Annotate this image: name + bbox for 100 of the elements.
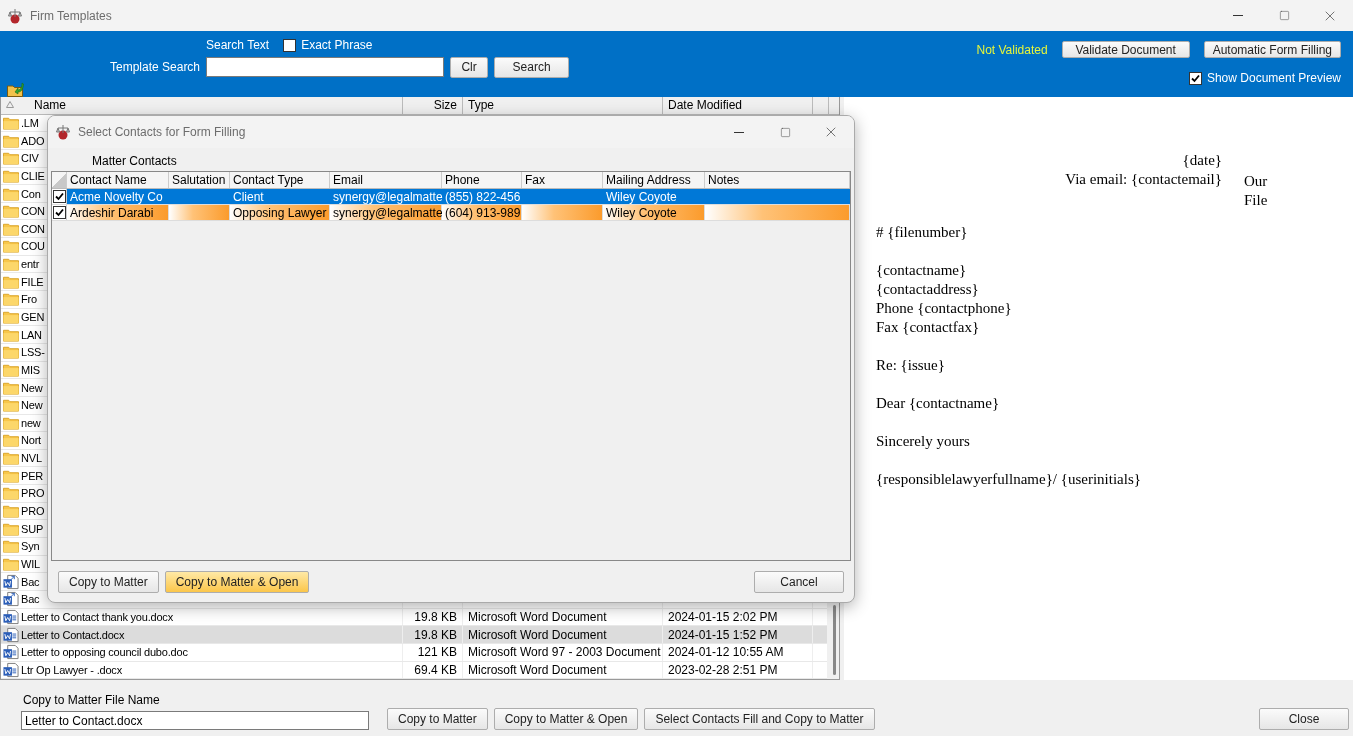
- file-size: 121 KB: [417, 645, 457, 660]
- file-name[interactable]: Letter to opposing council dubo.doc: [21, 646, 188, 659]
- file-name[interactable]: LSS-: [21, 346, 45, 359]
- file-name[interactable]: FILE: [21, 275, 44, 288]
- dialog-button[interactable]: Copy to Matter & Open: [164, 571, 310, 593]
- file-name[interactable]: Bac: [21, 593, 40, 606]
- file-name[interactable]: new: [21, 416, 41, 429]
- column-header[interactable]: Type: [463, 97, 663, 114]
- column-header[interactable]: Salutation: [169, 172, 230, 188]
- folder-up-icon[interactable]: [7, 82, 24, 97]
- table-cell: Wiley Coyote: [603, 205, 705, 220]
- file-name[interactable]: Letter to Contact.docx: [21, 628, 125, 641]
- folder-icon: [3, 310, 19, 324]
- folder-icon: [3, 362, 19, 377]
- table-cell: Wiley Coyote: [603, 189, 705, 204]
- column-header[interactable]: Notes: [705, 172, 850, 188]
- folder-icon: [3, 504, 19, 519]
- show-preview-checkbox[interactable]: [1188, 71, 1202, 85]
- folder-icon: [3, 415, 19, 430]
- action-button[interactable]: Copy to Matter: [387, 708, 488, 730]
- column-header[interactable]: Name: [34, 98, 66, 113]
- document-line: # {filenumber}: [876, 223, 969, 242]
- action-button[interactable]: Select Contacts Fill and Copy to Matter: [644, 708, 875, 730]
- table-cell: Client: [230, 189, 330, 204]
- file-name[interactable]: WIL: [21, 557, 40, 570]
- file-name[interactable]: Syn: [21, 540, 40, 553]
- document-line: Our File: [1244, 172, 1269, 210]
- file-name[interactable]: CON: [21, 222, 45, 235]
- column-header[interactable]: Fax: [522, 172, 603, 188]
- document-line: Re: {issue}: [876, 356, 946, 375]
- folder-icon: [3, 204, 19, 219]
- file-name[interactable]: CIV: [21, 152, 39, 165]
- file-name[interactable]: New: [21, 381, 43, 394]
- date-modified: 2024-01-15 2:02 PM: [668, 609, 778, 624]
- file-name-field[interactable]: Letter to Contact.docx: [21, 711, 369, 730]
- file-name[interactable]: Ltr Op Lawyer - .docx: [21, 663, 122, 676]
- file-name[interactable]: Con: [21, 187, 41, 200]
- file-name[interactable]: CLIE: [21, 169, 45, 182]
- column-header[interactable]: Contact Type: [230, 172, 330, 188]
- file-name[interactable]: GEN: [21, 311, 45, 323]
- file-name[interactable]: MIS: [21, 363, 40, 376]
- document-line: Sincerely yours: [876, 432, 971, 451]
- clear-button[interactable]: Clr: [450, 56, 489, 78]
- file-name[interactable]: entr: [21, 258, 40, 271]
- file-name[interactable]: Letter to Contact thank you.docx: [21, 610, 173, 623]
- column-header[interactable]: Size: [403, 97, 463, 114]
- file-size: 19.8 KB: [414, 609, 457, 624]
- file-name[interactable]: PRO: [21, 487, 45, 500]
- date-modified: 2024-01-12 10:55 AM: [668, 645, 784, 660]
- folder-icon: [3, 539, 19, 554]
- table-cell: (855) 822-456: [442, 189, 522, 204]
- search-button[interactable]: Search: [494, 56, 570, 78]
- document-line: {date}: [1182, 151, 1222, 170]
- file-name[interactable]: PRO: [21, 505, 45, 518]
- row-checkbox[interactable]: [52, 190, 66, 203]
- document-line: Phone {contactphone}: [876, 299, 1013, 318]
- document-line: {responsiblelawyerfullname}/ {userinitials}: [876, 470, 1142, 489]
- close-window-button[interactable]: Close: [1259, 708, 1349, 730]
- dialog-button[interactable]: Copy to Matter: [58, 571, 159, 593]
- file-name[interactable]: PER: [21, 469, 44, 482]
- file-name[interactable]: Fro: [21, 293, 37, 306]
- folder-icon: [3, 451, 19, 466]
- column-header[interactable]: Email: [330, 172, 442, 188]
- file-name[interactable]: Bac: [21, 575, 40, 588]
- column-header[interactable]: Mailing Address: [603, 172, 705, 188]
- search-field[interactable]: [206, 57, 445, 77]
- scales-icon: [56, 124, 70, 140]
- file-name[interactable]: CON: [21, 205, 45, 218]
- exact-phrase-checkbox[interactable]: [283, 38, 297, 52]
- folder-icon: [3, 433, 19, 448]
- maximize-icon: [779, 126, 791, 138]
- column-header[interactable]: Contact Name: [67, 172, 169, 188]
- file-name[interactable]: ADO: [21, 134, 45, 147]
- file-name[interactable]: LAN: [21, 328, 42, 341]
- file-name[interactable]: .LM: [21, 116, 39, 129]
- automatic-form-filling-button[interactable]: Automatic Form Filling: [1203, 41, 1341, 58]
- table-cell: Opposing Lawyer: [230, 205, 330, 220]
- document-line: {contactname}: [876, 261, 968, 280]
- minimize-icon: [1233, 15, 1243, 16]
- file-type: Microsoft Word Document: [468, 609, 607, 624]
- dialog-title: Select Contacts for Form Filling: [78, 125, 246, 139]
- folder-icon: [3, 292, 19, 307]
- file-name[interactable]: SUP: [21, 522, 44, 535]
- table-cell: synergy@legalmatte: [330, 189, 442, 204]
- column-header[interactable]: Phone: [442, 172, 522, 188]
- action-button[interactable]: Copy to Matter & Open: [493, 708, 639, 730]
- cancel-button[interactable]: Cancel: [754, 571, 844, 593]
- column-header[interactable]: Date Modified: [663, 97, 813, 114]
- file-name[interactable]: NVL: [21, 452, 42, 465]
- validate-document-button[interactable]: Validate Document: [1061, 41, 1190, 58]
- file-name[interactable]: Nort: [21, 434, 41, 447]
- file-name[interactable]: New: [21, 399, 43, 412]
- template-search-label: Template Search: [110, 60, 201, 74]
- file-name[interactable]: COU: [21, 240, 45, 253]
- folder-icon: [3, 115, 19, 130]
- row-checkbox[interactable]: [52, 206, 66, 219]
- document-line: Via email: {contactemail}: [1065, 170, 1222, 189]
- validation-status: Not Validated: [976, 42, 1048, 57]
- date-modified: 2023-02-28 2:51 PM: [668, 662, 778, 677]
- scales-icon: [8, 7, 22, 24]
